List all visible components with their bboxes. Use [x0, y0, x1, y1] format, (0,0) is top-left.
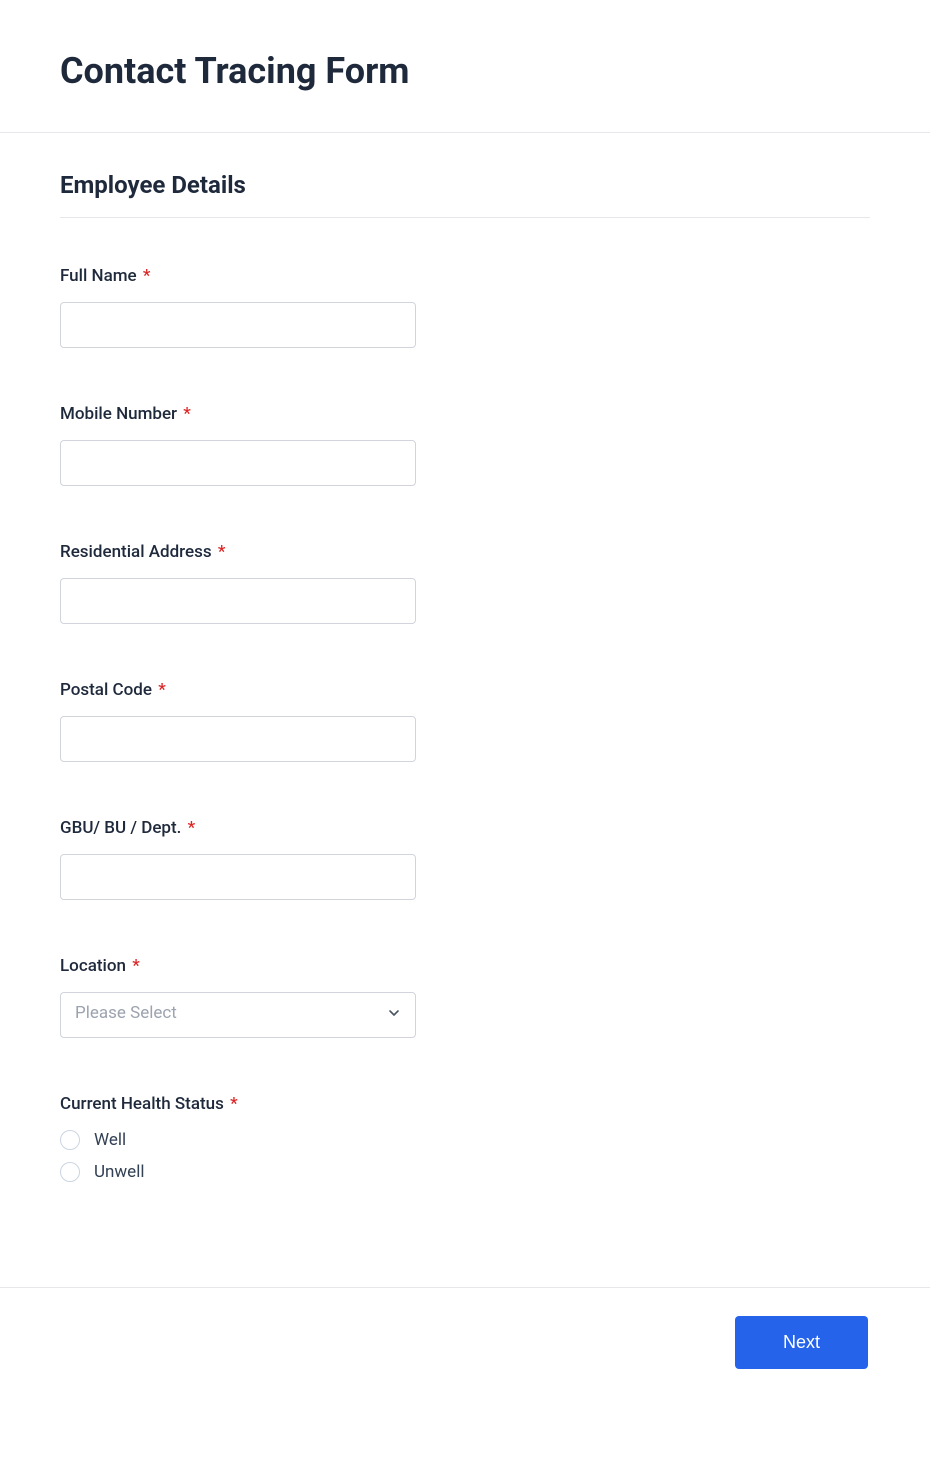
residential-address-label: Residential Address * — [60, 542, 870, 562]
location-select[interactable]: Please Select — [60, 992, 416, 1038]
employee-details-section: Employee Details Full Name * Mobile Numb… — [0, 133, 930, 1234]
section-header: Employee Details — [60, 171, 870, 218]
health-status-radio-group: Well Unwell — [60, 1130, 870, 1182]
label-text: Residential Address — [60, 542, 212, 562]
radio-label: Unwell — [94, 1162, 144, 1182]
postal-code-label: Postal Code * — [60, 680, 870, 700]
health-status-unwell-item[interactable]: Unwell — [60, 1162, 870, 1182]
page-title: Contact Tracing Form — [60, 50, 870, 92]
dept-label: GBU/ BU / Dept. * — [60, 818, 870, 838]
full-name-label: Full Name * — [60, 266, 870, 286]
form-footer: Next — [0, 1287, 930, 1397]
postal-code-group: Postal Code * — [60, 680, 870, 762]
label-text: Full Name — [60, 266, 137, 286]
health-status-label: Current Health Status * — [60, 1094, 870, 1114]
mobile-number-label: Mobile Number * — [60, 404, 870, 424]
dept-group: GBU/ BU / Dept. * — [60, 818, 870, 900]
label-text: Current Health Status — [60, 1094, 224, 1114]
required-mark: * — [183, 404, 191, 424]
health-status-unwell-radio[interactable] — [60, 1162, 80, 1182]
full-name-group: Full Name * — [60, 266, 870, 348]
health-status-well-radio[interactable] — [60, 1130, 80, 1150]
section-title: Employee Details — [60, 171, 870, 199]
health-status-group: Current Health Status * Well Unwell — [60, 1094, 870, 1182]
label-text: GBU/ BU / Dept. — [60, 818, 181, 838]
label-text: Mobile Number — [60, 404, 177, 424]
location-label: Location * — [60, 956, 870, 976]
residential-address-group: Residential Address * — [60, 542, 870, 624]
required-mark: * — [188, 818, 196, 838]
location-group: Location * Please Select — [60, 956, 870, 1038]
required-mark: * — [230, 1094, 238, 1114]
location-select-wrapper: Please Select — [60, 992, 416, 1038]
health-status-well-item[interactable]: Well — [60, 1130, 870, 1150]
residential-address-input[interactable] — [60, 578, 416, 624]
required-mark: * — [143, 266, 151, 286]
required-mark: * — [218, 542, 226, 562]
required-mark: * — [132, 956, 140, 976]
next-button[interactable]: Next — [735, 1316, 868, 1369]
dept-input[interactable] — [60, 854, 416, 900]
required-mark: * — [158, 680, 166, 700]
radio-label: Well — [94, 1130, 126, 1150]
label-text: Location — [60, 956, 126, 976]
postal-code-input[interactable] — [60, 716, 416, 762]
label-text: Postal Code — [60, 680, 152, 700]
page-header: Contact Tracing Form — [0, 0, 930, 133]
mobile-number-group: Mobile Number * — [60, 404, 870, 486]
full-name-input[interactable] — [60, 302, 416, 348]
mobile-number-input[interactable] — [60, 440, 416, 486]
